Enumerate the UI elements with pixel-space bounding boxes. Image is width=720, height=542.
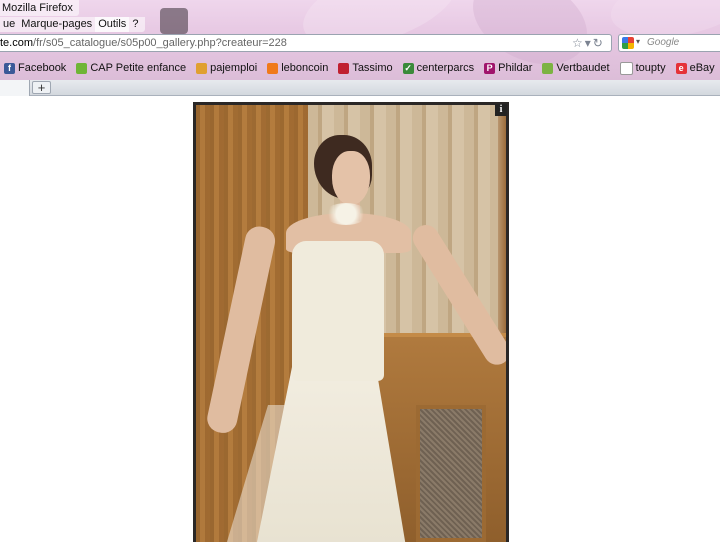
- menu-item-affichage[interactable]: ue: [0, 17, 18, 32]
- search-bar[interactable]: ▾ Google: [618, 34, 720, 52]
- address-bar[interactable]: te.com/fr/s05_catalogue/s05p00_gallery.p…: [0, 34, 612, 52]
- chat-icon: [76, 62, 88, 74]
- tassimo-icon: [338, 62, 350, 74]
- menu-bar: ue Marque-pages Outils ?: [0, 17, 146, 32]
- phildar-icon: P: [484, 62, 496, 74]
- bookmark-label: leboncoin: [281, 62, 329, 74]
- leboncoin-icon: [267, 62, 279, 74]
- tab-current[interactable]: [0, 80, 30, 96]
- page-icon: [619, 61, 633, 75]
- bookmark-label: toupty: [635, 62, 666, 74]
- bookmark-star-icon[interactable]: ☆: [572, 36, 583, 50]
- pajemploi-icon: [196, 62, 208, 74]
- bookmark-item[interactable]: toupty: [616, 61, 666, 75]
- centerparcs-icon: ✓: [402, 62, 414, 74]
- bookmark-item[interactable]: pajemploi: [192, 62, 257, 74]
- bookmarks-toolbar: f Facebook CAP Petite enfance pajemploi lebo…: [0, 58, 720, 78]
- bookmark-label: eBay: [689, 62, 715, 74]
- bookmark-item[interactable]: CAP Petite enfance: [72, 62, 186, 74]
- bookmark-item[interactable]: leboncoin: [263, 62, 328, 74]
- menu-item-outils[interactable]: Outils: [95, 17, 130, 32]
- cabinet-door: [416, 405, 486, 542]
- bookmark-label: Vertbaudet: [556, 62, 610, 74]
- search-engine-dropdown-icon[interactable]: ▾: [636, 37, 640, 46]
- browser-chrome: Mozilla Firefox ue Marque-pages Outils ?…: [0, 0, 720, 80]
- menu-item-marque-pages[interactable]: Marque-pages: [18, 17, 95, 32]
- address-path: /fr/s05_catalogue/s05p00_gallery.php?cre…: [33, 37, 287, 49]
- bookmark-item[interactable]: f Facebook: [0, 62, 66, 74]
- google-icon[interactable]: [622, 37, 634, 49]
- vertbaudet-icon: [542, 62, 554, 74]
- facebook-icon: f: [4, 62, 15, 74]
- model-face: [332, 151, 370, 205]
- page-content: i: [0, 96, 720, 542]
- menu-item-help[interactable]: ?: [129, 17, 141, 32]
- new-tab-button[interactable]: +: [32, 81, 51, 94]
- gallery-image[interactable]: [196, 105, 506, 542]
- dropdown-arrow-icon[interactable]: ▾: [585, 36, 591, 50]
- bookmark-item[interactable]: ✓ centerparcs: [399, 62, 474, 74]
- ebay-icon: e: [675, 62, 687, 74]
- info-icon[interactable]: i: [495, 104, 507, 116]
- bookmark-label: CAP Petite enfance: [90, 62, 187, 74]
- bookmark-item[interactable]: Vertbaudet: [538, 62, 610, 74]
- bookmark-item[interactable]: Tassimo: [334, 62, 393, 74]
- background-decoration: [293, 0, 467, 64]
- bookmark-item[interactable]: e eBay: [672, 62, 715, 74]
- bookmark-label: Phildar: [498, 62, 533, 74]
- address-url[interactable]: te.com/fr/s05_catalogue/s05p00_gallery.p…: [0, 37, 287, 50]
- background-decoration: [160, 8, 188, 34]
- reload-icon[interactable]: ↻: [593, 36, 603, 50]
- search-placeholder: Google: [647, 37, 680, 48]
- bookmark-item[interactable]: P Phildar: [480, 62, 532, 74]
- bookmark-label: centerparcs: [416, 62, 475, 74]
- address-bar-buttons: ☆ ▾ ↻: [572, 36, 603, 50]
- model-necklace: [324, 203, 368, 225]
- bookmark-label: pajemploi: [210, 62, 258, 74]
- bookmark-label: Facebook: [18, 62, 67, 74]
- bookmark-label: Tassimo: [352, 62, 393, 74]
- address-domain: te.com: [0, 37, 34, 49]
- dress-bodice: [292, 241, 384, 381]
- window-title: Mozilla Firefox: [0, 0, 79, 16]
- tab-strip: +: [0, 80, 720, 96]
- gallery-image-frame[interactable]: i: [193, 102, 509, 542]
